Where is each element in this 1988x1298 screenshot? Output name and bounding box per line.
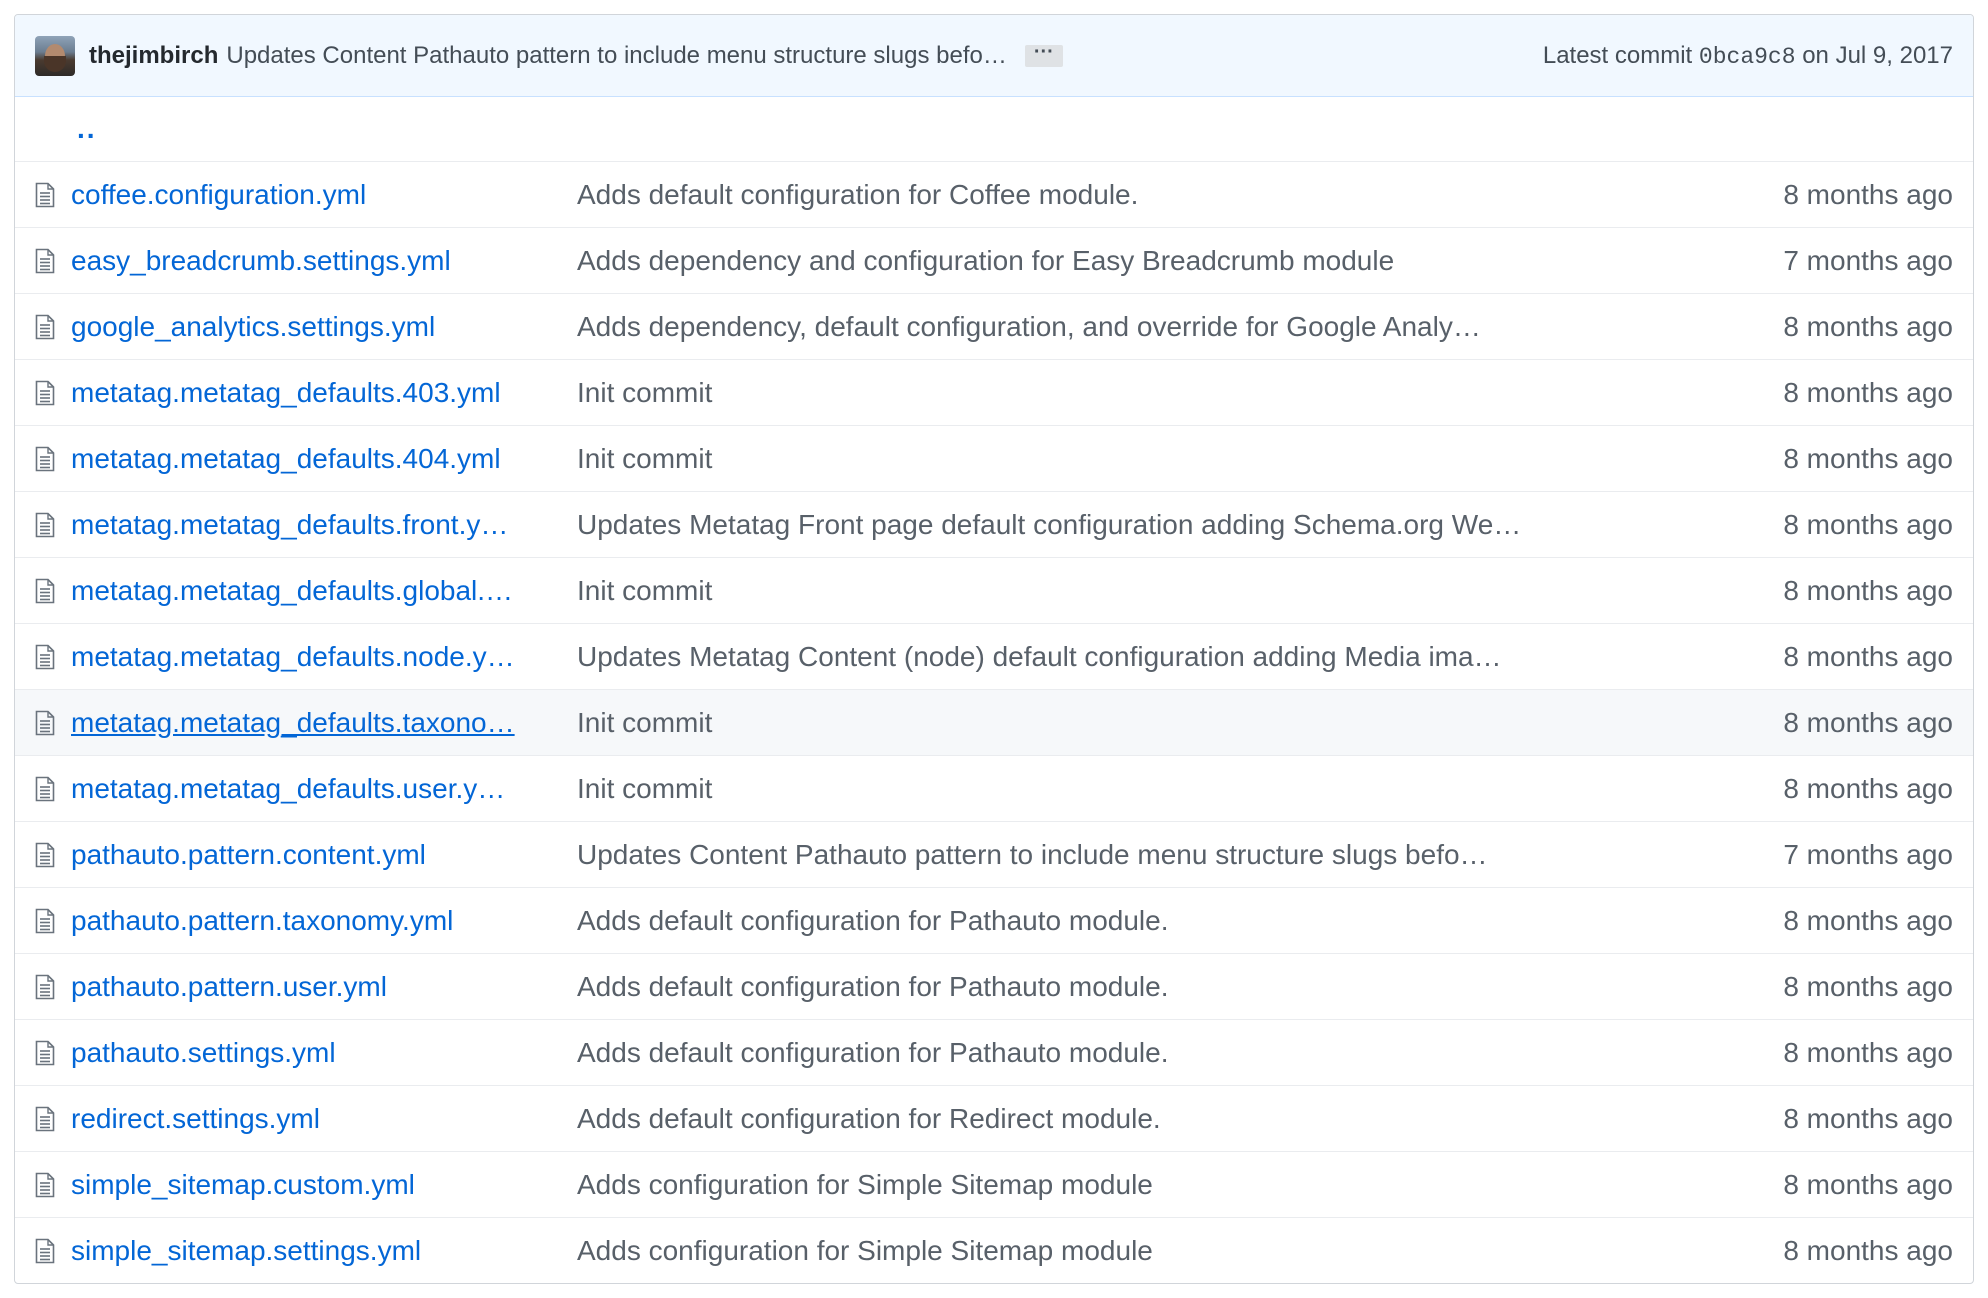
file-row: metatag.metatag_defaults.403.yml Init com… [15,359,1973,425]
file-row: easy_breadcrumb.settings.yml Adds depende… [15,227,1973,293]
file-row: metatag.metatag_defaults.user.y… Init com… [15,755,1973,821]
file-name-link[interactable]: pathauto.pattern.taxonomy.yml [71,905,551,937]
file-commit-age: 8 months ago [1783,1036,1953,1068]
file-text-icon [35,314,61,340]
file-name-link[interactable]: pathauto.settings.yml [71,1037,551,1069]
commit-date: on Jul 9, 2017 [1802,41,1953,69]
file-row: simple_sitemap.custom.yml Adds configurat… [15,1151,1973,1217]
file-name-link[interactable]: metatag.metatag_defaults.front.y… [71,509,551,541]
latest-commit-bar: thejimbirch Updates Content Pathauto pat… [15,15,1973,97]
file-commit-message-link[interactable]: Adds dependency, default configuration, … [577,311,1637,343]
file-text-icon [35,380,61,406]
file-name-link[interactable]: simple_sitemap.settings.yml [71,1235,551,1267]
file-commit-message-link[interactable]: Adds configuration for Simple Sitemap mo… [577,1235,1637,1267]
file-row: simple_sitemap.settings.yml Adds configur… [15,1217,1973,1283]
file-commit-message-link[interactable]: Updates Metatag Content (node) default c… [577,641,1637,673]
file-name-link[interactable]: metatag.metatag_defaults.404.yml [71,443,551,475]
expand-commit-button[interactable]: ··· [1024,42,1063,67]
file-commit-age: 8 months ago [1783,508,1953,540]
file-row: redirect.settings.yml Adds default config… [15,1085,1973,1151]
file-text-icon [35,446,61,472]
file-row: metatag.metatag_defaults.node.y… Updates … [15,623,1973,689]
file-text-icon [35,1238,61,1264]
file-commit-message-link[interactable]: Adds dependency and configuration for Ea… [577,245,1637,277]
file-commit-message-link[interactable]: Init commit [577,575,1637,607]
file-row: metatag.metatag_defaults.front.y… Updates… [15,491,1973,557]
file-commit-age: 8 months ago [1783,970,1953,1002]
file-commit-message-link[interactable]: Adds default configuration for Pathauto … [577,971,1637,1003]
file-text-icon [35,1172,61,1198]
file-text-icon [35,710,61,736]
file-commit-age: 7 months ago [1783,244,1953,276]
file-commit-message-link[interactable]: Adds default configuration for Coffee mo… [577,179,1637,211]
file-name-link[interactable]: easy_breadcrumb.settings.yml [71,245,551,277]
file-text-icon [35,1106,61,1132]
commit-author-link[interactable]: thejimbirch [89,42,218,70]
latest-commit-info: Latest commit 0bca9c8 on Jul 9, 2017 [1543,42,1953,70]
latest-commit-label: Latest commit [1542,41,1693,69]
file-row: pathauto.pattern.content.yml Updates Cont… [15,821,1973,887]
file-commit-message-link[interactable]: Updates Metatag Front page default confi… [577,509,1637,541]
file-commit-age: 8 months ago [1783,1102,1953,1134]
file-text-icon [35,578,61,604]
file-name-link[interactable]: pathauto.pattern.content.yml [71,839,551,871]
commit-sha-link[interactable]: 0bca9c8 [1699,44,1796,70]
file-commit-age: 8 months ago [1783,904,1953,936]
file-commit-message-link[interactable]: Updates Content Pathauto pattern to incl… [577,839,1637,871]
file-row: pathauto.pattern.taxonomy.yml Adds defaul… [15,887,1973,953]
file-name-link[interactable]: coffee.configuration.yml [71,179,551,211]
file-row: metatag.metatag_defaults.taxono… Init com… [15,689,1973,755]
file-commit-age: 8 months ago [1783,574,1953,606]
file-row: google_analytics.settings.yml Adds depend… [15,293,1973,359]
file-commit-age: 8 months ago [1783,376,1953,408]
parent-directory-row: .. [15,97,1973,161]
file-text-icon [35,644,61,670]
file-row: metatag.metatag_defaults.global.… Init co… [15,557,1973,623]
file-commit-message-link[interactable]: Init commit [577,707,1637,739]
file-commit-age: 8 months ago [1783,772,1953,804]
file-text-icon [35,974,61,1000]
file-commit-age: 8 months ago [1783,310,1953,342]
file-text-icon [35,908,61,934]
file-commit-age: 8 months ago [1783,706,1953,738]
file-commit-age: 8 months ago [1783,178,1953,210]
file-commit-message-link[interactable]: Adds configuration for Simple Sitemap mo… [577,1169,1637,1201]
file-row: metatag.metatag_defaults.404.yml Init com… [15,425,1973,491]
file-commit-message-link[interactable]: Init commit [577,443,1637,475]
file-name-link[interactable]: simple_sitemap.custom.yml [71,1169,551,1201]
file-name-link[interactable]: metatag.metatag_defaults.node.y… [71,641,551,673]
file-row: pathauto.pattern.user.yml Adds default co… [15,953,1973,1019]
file-commit-age: 8 months ago [1783,1168,1953,1200]
file-commit-message-link[interactable]: Adds default configuration for Pathauto … [577,1037,1637,1069]
file-text-icon [35,512,61,538]
commit-message-link[interactable]: Updates Content Pathauto pattern to incl… [226,42,1006,70]
file-text-icon [35,776,61,802]
file-commit-message-link[interactable]: Adds default configuration for Pathauto … [577,905,1637,937]
file-commit-age: 8 months ago [1783,640,1953,672]
file-name-link[interactable]: metatag.metatag_defaults.global.… [71,575,551,607]
file-text-icon [35,248,61,274]
file-name-link[interactable]: google_analytics.settings.yml [71,311,551,343]
file-name-link[interactable]: pathauto.pattern.user.yml [71,971,551,1003]
file-commit-message-link[interactable]: Adds default configuration for Redirect … [577,1103,1637,1135]
file-name-link[interactable]: metatag.metatag_defaults.taxono… [71,707,551,739]
file-row: pathauto.settings.yml Adds default config… [15,1019,1973,1085]
file-browser: thejimbirch Updates Content Pathauto pat… [14,14,1974,1284]
file-list: coffee.configuration.yml Adds default con… [15,161,1973,1283]
author-avatar[interactable] [35,35,75,76]
file-name-link[interactable]: redirect.settings.yml [71,1103,551,1135]
file-text-icon [35,842,61,868]
file-text-icon [35,1040,61,1066]
file-commit-age: 8 months ago [1783,442,1953,474]
file-name-link[interactable]: metatag.metatag_defaults.user.y… [71,773,551,805]
file-text-icon [35,182,61,208]
file-name-link[interactable]: metatag.metatag_defaults.403.yml [71,377,551,409]
file-commit-age: 7 months ago [1783,838,1953,870]
file-row: coffee.configuration.yml Adds default con… [15,161,1973,227]
file-commit-message-link[interactable]: Init commit [577,773,1637,805]
file-commit-age: 8 months ago [1783,1234,1953,1266]
file-commit-message-link[interactable]: Init commit [577,377,1637,409]
parent-directory-link[interactable]: .. [15,113,97,145]
